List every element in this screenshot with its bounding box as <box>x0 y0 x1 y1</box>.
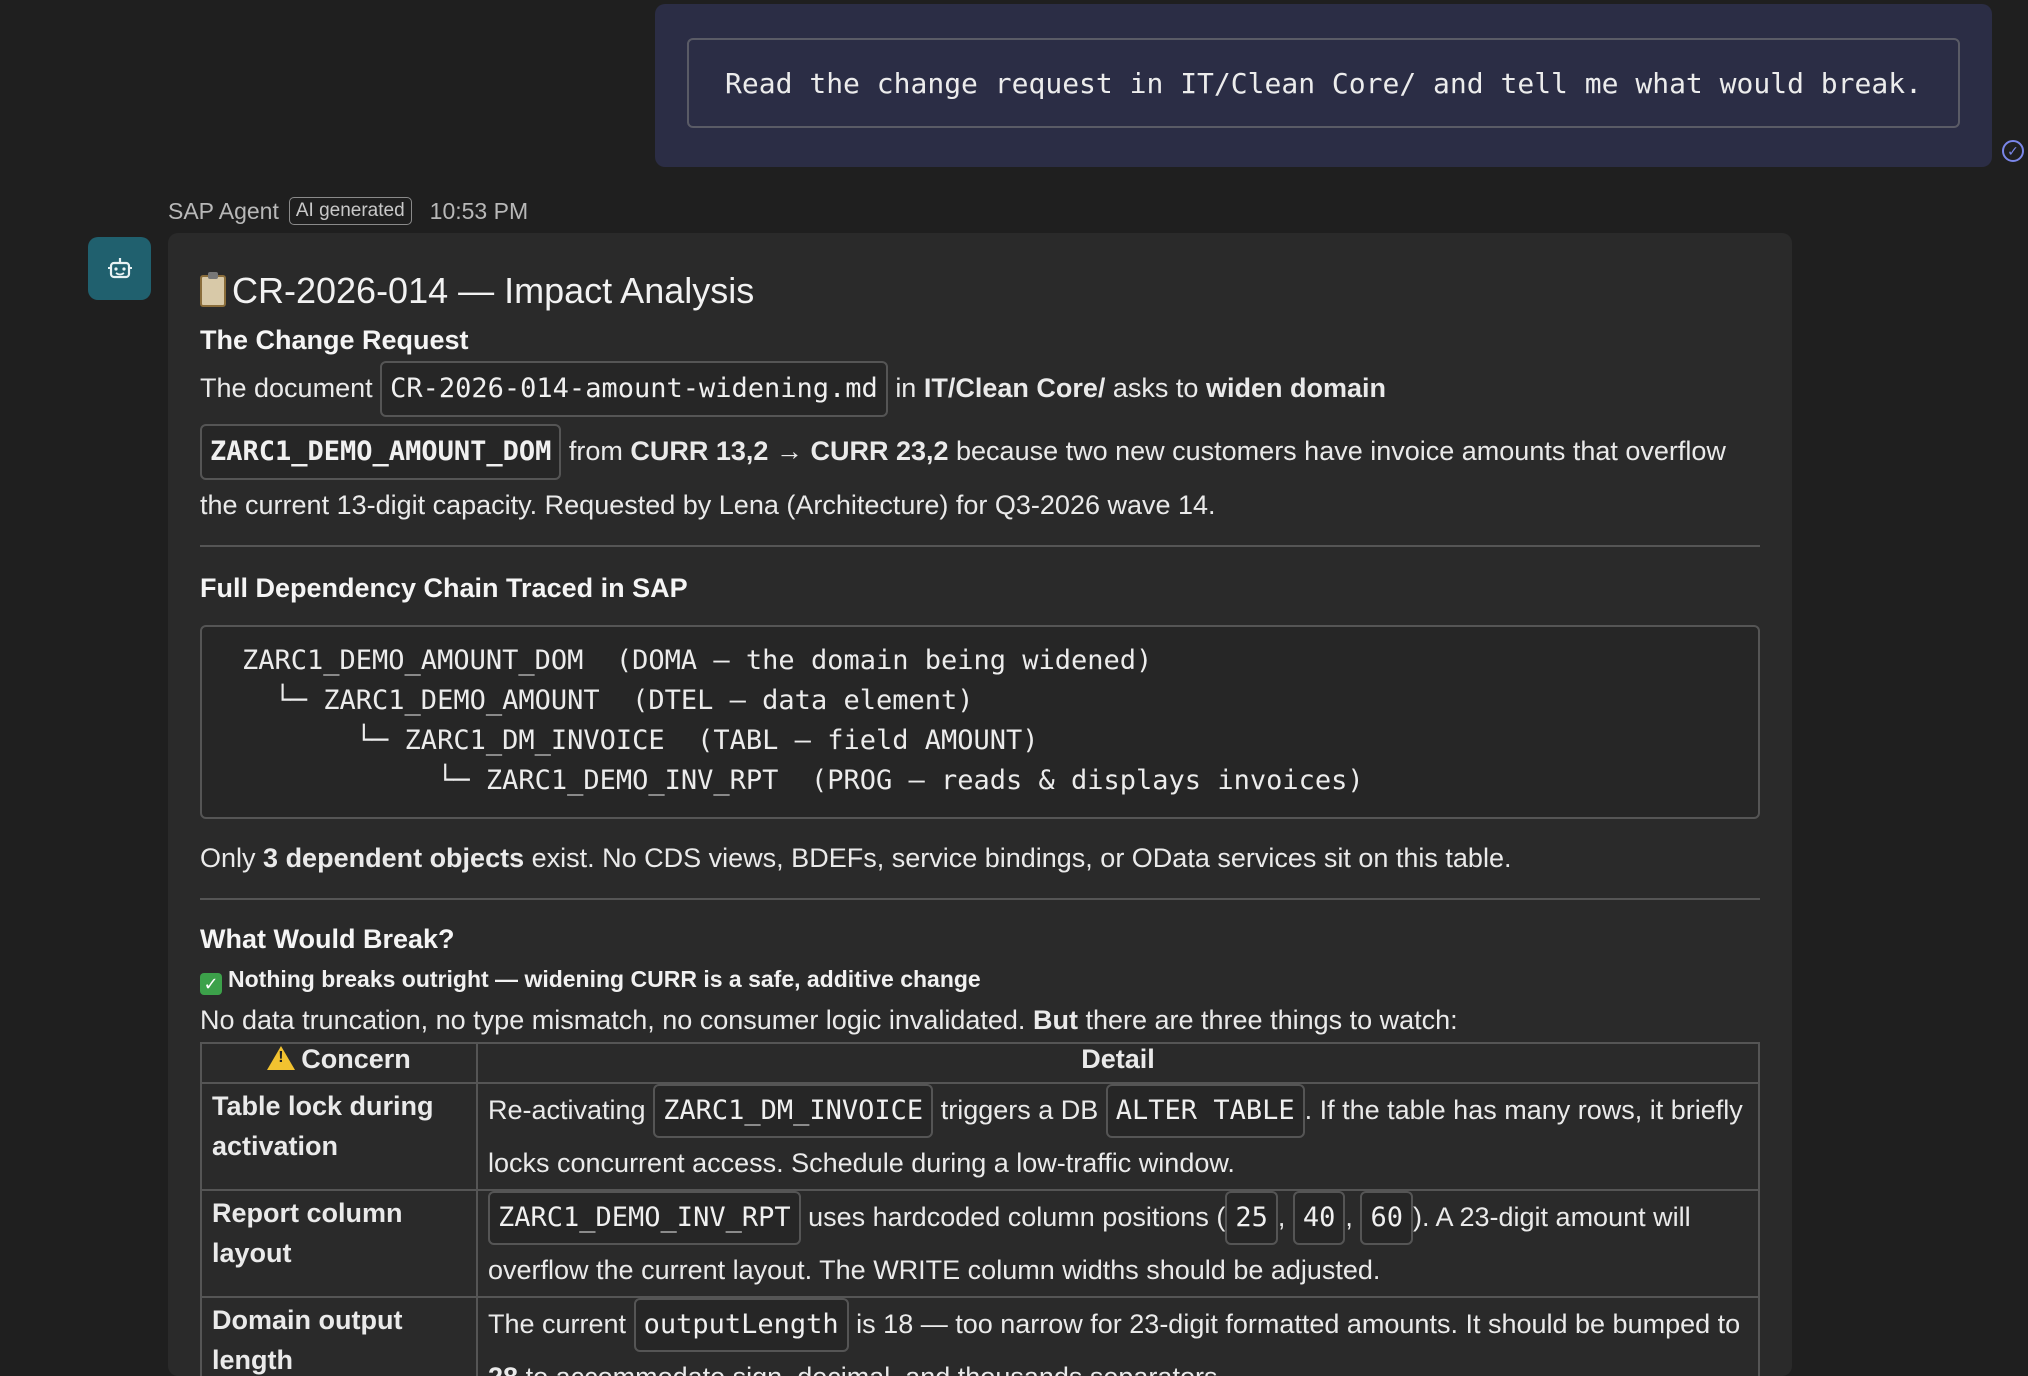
inline-code: ALTER TABLE <box>1105 1084 1305 1138</box>
warning-icon <box>267 1046 296 1070</box>
agent-avatar[interactable] <box>88 237 151 300</box>
table-row: Table lock during activation Re-activati… <box>200 1082 1760 1191</box>
ai-generated-badge: AI generated <box>288 197 412 225</box>
sender-name: SAP Agent <box>168 197 279 224</box>
inline-code: 40 <box>1292 1191 1346 1245</box>
inline-code-file: CR-2026-014-amount-widening.md <box>380 361 888 417</box>
user-message-bubble: Read the change request in IT/Clean Core… <box>655 4 1992 167</box>
clipboard-icon <box>200 272 226 307</box>
user-message-text: Read the change request in IT/Clean Core… <box>687 38 1960 128</box>
table-row: Report column layout ZARC1_DEMO_INV_RPT … <box>200 1189 1760 1298</box>
tree-line: └─ ZARC1_DEMO_INV_RPT (PROG — reads & di… <box>242 765 1364 796</box>
column-header-concern: Concern <box>200 1042 478 1084</box>
check-mark-icon: ✓ <box>200 973 222 995</box>
inline-code: 25 <box>1225 1191 1278 1245</box>
tree-line: └─ ZARC1_DM_INVOICE (TABL — field AMOUNT… <box>242 725 1039 756</box>
dependency-tree-code-block: ZARC1_DEMO_AMOUNT_DOM (DOMA — the domain… <box>200 625 1760 819</box>
column-header-detail: Detail <box>476 1042 1760 1084</box>
concern-cell: Table lock during activation <box>200 1082 478 1191</box>
inline-code: ZARC1_DEMO_INV_RPT <box>488 1191 801 1245</box>
bot-icon <box>107 257 132 278</box>
divider <box>200 898 1760 900</box>
tree-line: ZARC1_DEMO_AMOUNT_DOM (DOMA — the domain… <box>242 645 1153 676</box>
breaks-intro: No data truncation, no type mismatch, no… <box>200 1005 1458 1035</box>
concern-cell: Domain output length <box>200 1296 478 1376</box>
verdict-line: ✓ Nothing breaks outright — widening CURR… <box>200 960 1760 998</box>
dependency-summary: Only 3 dependent objects exist. No CDS v… <box>200 843 1512 873</box>
message-header: SAP Agent AI generated 10:53 PM <box>168 196 528 226</box>
dependency-heading: Full Dependency Chain Traced in SAP <box>200 573 688 603</box>
read-receipt-icon: ✓ <box>2002 140 2024 162</box>
tree-line: └─ ZARC1_DEMO_AMOUNT (DTEL — data elemen… <box>242 685 974 716</box>
agent-response-card: CR-2026-014 — Impact Analysis The Change… <box>168 233 1792 1376</box>
detail-cell: Re-activating ZARC1_DM_INVOICE triggers … <box>476 1082 1760 1191</box>
table-row: Domain output length The current outputL… <box>200 1296 1760 1376</box>
breaks-heading: What Would Break? <box>200 924 455 954</box>
change-request-paragraph: The document CR-2026-014-amount-widening… <box>200 361 1760 531</box>
change-request-heading: The Change Request <box>200 325 469 355</box>
inline-code: ZARC1_DM_INVOICE <box>653 1084 934 1138</box>
table-header-row: Concern Detail <box>200 1042 1760 1084</box>
concern-cell: Report column layout <box>200 1189 478 1298</box>
inline-code-domain: ZARC1_DEMO_AMOUNT_DOM <box>200 424 562 480</box>
detail-cell: The current outputLength is 18 — too nar… <box>476 1296 1760 1376</box>
inline-code: outputLength <box>633 1298 849 1352</box>
detail-cell: ZARC1_DEMO_INV_RPT uses hardcoded column… <box>476 1189 1760 1298</box>
concerns-table: Concern Detail Table lock during activat… <box>200 1042 1760 1376</box>
divider <box>200 545 1760 547</box>
response-title: CR-2026-014 — Impact Analysis <box>200 265 1760 317</box>
inline-code: 60 <box>1360 1191 1413 1245</box>
message-time: 10:53 PM <box>429 197 529 224</box>
